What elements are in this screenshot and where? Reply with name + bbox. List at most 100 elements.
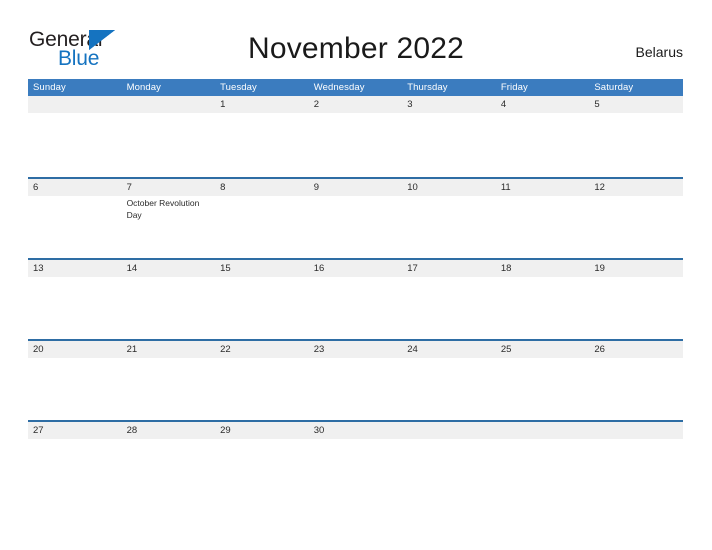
country-label: Belarus (635, 44, 683, 60)
day-number: 15 (220, 263, 231, 274)
day-number: 13 (33, 263, 44, 274)
day-cell-10[interactable]: 10 (402, 179, 496, 196)
day-cell-13[interactable]: 13 (28, 260, 122, 277)
event-cell (589, 358, 683, 420)
event-cell (215, 113, 309, 175)
event-cell (589, 196, 683, 258)
day-number-band: 27 28 29 30 (28, 422, 683, 439)
day-cell-21[interactable]: 21 (122, 341, 216, 358)
day-number: 19 (594, 263, 605, 274)
day-cell-2[interactable]: 2 (309, 96, 403, 113)
day-number-band: 13 14 15 16 17 18 19 (28, 260, 683, 277)
day-number: 4 (500, 99, 507, 110)
events-band (28, 113, 683, 175)
weekday-header-thursday: Thursday (407, 82, 448, 93)
event-cell (496, 439, 590, 501)
event-cell (589, 439, 683, 501)
day-number: 20 (33, 344, 44, 355)
day-cell-29[interactable]: 29 (215, 422, 309, 439)
day-number: 6 (33, 182, 39, 193)
day-cell-16[interactable]: 16 (309, 260, 403, 277)
day-cell-empty (496, 422, 590, 439)
day-number: 11 (500, 182, 511, 193)
event-cell (496, 113, 590, 175)
event-cell (589, 113, 683, 175)
day-number: 28 (126, 425, 138, 436)
day-cell-30[interactable]: 30 (309, 422, 403, 439)
holiday-event-label[interactable]: October Revolution Day (127, 198, 210, 221)
day-number-band: 6 7 8 9 10 11 12 (28, 179, 683, 196)
day-cell-23[interactable]: 23 (309, 341, 403, 358)
event-cell (309, 277, 403, 339)
day-number: 2 (313, 99, 319, 110)
page-title: November 2022 (247, 32, 465, 65)
day-cell-17[interactable]: 17 (402, 260, 496, 277)
day-number: 26 (594, 344, 605, 355)
event-cell (402, 113, 496, 175)
day-cell-26[interactable]: 26 (589, 341, 683, 358)
event-cell (402, 439, 496, 501)
event-cell (309, 113, 403, 175)
calendar-week-row: 13 14 15 16 17 18 19 (28, 258, 683, 339)
day-cell-24[interactable]: 24 (402, 341, 496, 358)
day-cell-empty (402, 422, 496, 439)
event-cell: October Revolution Day (122, 196, 216, 258)
day-number: 12 (594, 182, 605, 193)
day-number-band: 20 21 22 23 24 25 26 (28, 341, 683, 358)
day-cell-7[interactable]: 7 (122, 179, 216, 196)
day-cell-20[interactable]: 20 (28, 341, 122, 358)
day-cell-empty (589, 422, 683, 439)
event-cell (496, 196, 590, 258)
day-cell-12[interactable]: 12 (589, 179, 683, 196)
day-cell-4[interactable]: 4 (496, 96, 590, 113)
day-number: 5 (594, 99, 600, 110)
event-cell (28, 277, 122, 339)
day-cell-25[interactable]: 25 (496, 341, 590, 358)
event-cell (122, 358, 216, 420)
day-number (33, 96, 122, 113)
day-number (127, 96, 216, 113)
day-number: 1 (220, 99, 226, 110)
page-header: General Blue November 2022 Belarus (0, 0, 712, 79)
day-cell-27[interactable]: 27 (28, 422, 122, 439)
day-cell-5[interactable]: 5 (589, 96, 683, 113)
day-cell-8[interactable]: 8 (215, 179, 309, 196)
event-cell (496, 277, 590, 339)
event-cell (215, 439, 309, 501)
day-cell-11[interactable]: 11 (496, 179, 590, 196)
calendar-week-row: 20 21 22 23 24 25 26 (28, 339, 683, 420)
events-band (28, 277, 683, 339)
day-number: 17 (407, 263, 418, 274)
day-cell-19[interactable]: 19 (589, 260, 683, 277)
event-cell (122, 439, 216, 501)
day-cell-15[interactable]: 15 (215, 260, 309, 277)
day-number: 3 (407, 99, 413, 110)
day-cell-3[interactable]: 3 (402, 96, 496, 113)
calendar-page: General Blue November 2022 Belarus Sunda… (0, 0, 712, 550)
event-cell (496, 358, 590, 420)
day-number: 9 (313, 182, 319, 193)
day-cell-14[interactable]: 14 (122, 260, 216, 277)
event-cell (28, 439, 122, 501)
day-number: 21 (126, 344, 138, 355)
day-number: 7 (126, 182, 132, 193)
events-band (28, 439, 683, 501)
day-cell-9[interactable]: 9 (309, 179, 403, 196)
calendar-weeks: 1 2 3 4 5 6 7 8 9 10 11 12 October Revolution Day 13 1… (28, 96, 683, 501)
day-cell-18[interactable]: 18 (496, 260, 590, 277)
day-cell-1[interactable]: 1 (215, 96, 309, 113)
event-cell (28, 196, 122, 258)
calendar-week-row: 6 7 8 9 10 11 12 October Revolution Day (28, 177, 683, 258)
day-number: 29 (220, 425, 231, 436)
weekday-header-saturday: Saturday (594, 82, 634, 93)
day-number: 18 (500, 263, 512, 274)
event-cell (122, 277, 216, 339)
event-cell (309, 358, 403, 420)
day-number: 30 (313, 425, 325, 436)
day-cell-22[interactable]: 22 (215, 341, 309, 358)
day-number: 10 (407, 182, 418, 193)
day-cell-28[interactable]: 28 (122, 422, 216, 439)
event-cell (589, 277, 683, 339)
day-number: 14 (126, 263, 138, 274)
day-cell-6[interactable]: 6 (28, 179, 122, 196)
